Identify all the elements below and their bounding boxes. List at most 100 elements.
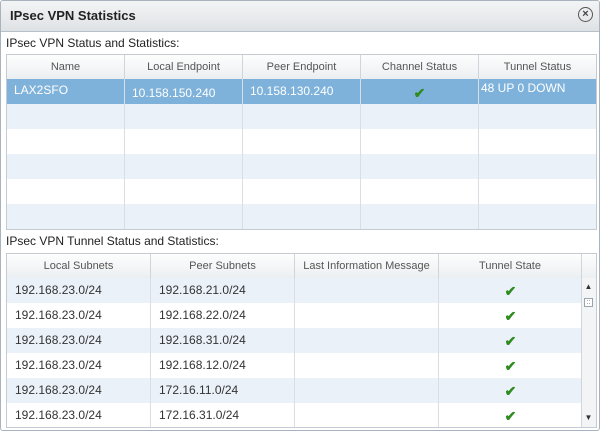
table-cell: ✔	[439, 278, 582, 303]
dialog-titlebar: IPsec VPN Statistics ×	[1, 1, 599, 32]
cell-peer-subnet: 192.168.31.0/24	[151, 328, 295, 353]
tunnel-status-table: Local Subnets Peer Subnets Last Informat…	[6, 253, 597, 428]
table-cell	[361, 129, 479, 154]
table-cell	[243, 179, 361, 204]
table-cell	[125, 204, 243, 229]
col-header-local-endpoint[interactable]: Local Endpoint	[125, 55, 243, 79]
table-cell	[7, 204, 125, 229]
table-cell	[479, 129, 596, 154]
table-cell	[479, 229, 596, 230]
table-cell	[125, 104, 243, 129]
checkmark-icon: ✔	[504, 358, 517, 374]
col-header-name[interactable]: Name	[7, 55, 125, 79]
table-row[interactable]: 192.168.23.0/24 192.168.12.0/24 ✔	[7, 353, 582, 378]
checkmark-icon: ✔	[504, 383, 517, 399]
table-cell	[7, 129, 125, 154]
cell-local-subnet: 192.168.23.0/24	[7, 403, 151, 427]
table-cell	[479, 179, 596, 204]
checkmark-icon: ✔	[504, 408, 517, 424]
col-header-last-info-message[interactable]: Last Information Message	[295, 254, 439, 278]
empty-row	[7, 129, 596, 154]
table-row[interactable]: LAX2SFO 10.158.150.240 10.158.130.240 ✔ 48 U…	[7, 79, 596, 104]
cell-name: LAX2SFO	[7, 79, 125, 104]
scroll-up-icon[interactable]: ▲	[583, 281, 594, 293]
table-cell: ✔	[439, 378, 582, 403]
table-cell: ✔	[439, 353, 582, 378]
table-cell	[7, 229, 125, 230]
col-header-channel-status[interactable]: Channel Status	[361, 55, 479, 79]
cell-peer-subnet: 172.16.11.0/24	[151, 378, 295, 403]
table-cell	[243, 129, 361, 154]
table-cell	[7, 154, 125, 179]
scroll-down-icon[interactable]: ▼	[583, 412, 594, 424]
table-cell	[361, 229, 479, 230]
table-cell	[479, 154, 596, 179]
table-row[interactable]: 192.168.23.0/24 192.168.31.0/24 ✔	[7, 328, 582, 353]
table-cell: ✔	[361, 79, 479, 104]
dialog-title: IPsec VPN Statistics	[10, 8, 136, 23]
empty-row	[7, 154, 596, 179]
col-header-tunnel-state[interactable]: Tunnel State	[439, 254, 582, 278]
table-cell	[479, 204, 596, 229]
table-cell	[361, 179, 479, 204]
cell-local-subnet: 192.168.23.0/24	[7, 303, 151, 328]
table-cell	[125, 229, 243, 230]
table-cell	[125, 179, 243, 204]
checkmark-icon: ✔	[504, 308, 517, 324]
cell-last-info-message	[295, 378, 439, 403]
cell-last-info-message	[295, 278, 439, 303]
table-cell: ✔	[439, 303, 582, 328]
cell-local-subnet: 192.168.23.0/24	[7, 278, 151, 303]
tunnel-table-scrollbar[interactable]: ▲ :: ▼	[581, 278, 596, 427]
cell-local-subnet: 192.168.23.0/24	[7, 328, 151, 353]
table-cell: ✔	[439, 403, 582, 427]
col-header-tunnel-status[interactable]: Tunnel Status	[479, 55, 596, 79]
empty-row	[7, 204, 596, 229]
cell-last-info-message	[295, 303, 439, 328]
cell-tunnel-status: 48 UP 0 DOWN	[481, 81, 566, 95]
cell-local-subnet: 192.168.23.0/24	[7, 378, 151, 403]
vpn-status-table: Name Local Endpoint Peer Endpoint Channe…	[6, 54, 597, 230]
table-row[interactable]: 192.168.23.0/24 172.16.31.0/24 ✔	[7, 403, 582, 427]
empty-row	[7, 104, 596, 129]
col-header-local-subnets[interactable]: Local Subnets	[7, 254, 151, 278]
table-cell	[7, 104, 125, 129]
table-row[interactable]: 192.168.23.0/24 172.16.11.0/24 ✔	[7, 378, 582, 403]
table-cell	[243, 204, 361, 229]
tunnel-section-label: IPsec VPN Tunnel Status and Statistics:	[6, 234, 219, 248]
table-cell	[243, 229, 361, 230]
cell-local-endpoint: 10.158.150.240	[125, 79, 243, 104]
cell-last-info-message	[295, 403, 439, 427]
cell-peer-endpoint: 10.158.130.240	[243, 79, 361, 104]
ipsec-vpn-statistics-dialog: IPsec VPN Statistics × IPsec VPN Status …	[0, 0, 600, 431]
cell-peer-subnet: 172.16.31.0/24	[151, 403, 295, 427]
table-cell	[243, 154, 361, 179]
table-cell	[7, 179, 125, 204]
cell-last-info-message	[295, 353, 439, 378]
table-cell	[125, 129, 243, 154]
table-cell	[125, 154, 243, 179]
checkmark-icon: ✔	[504, 333, 517, 349]
table-cell	[243, 104, 361, 129]
close-icon[interactable]: ×	[578, 7, 593, 22]
table-row[interactable]: 192.168.23.0/24 192.168.22.0/24 ✔	[7, 303, 582, 328]
vpn-status-table-header: Name Local Endpoint Peer Endpoint Channe…	[7, 55, 596, 80]
table-row[interactable]: 192.168.23.0/24 192.168.21.0/24 ✔	[7, 278, 582, 303]
table-cell: ✔	[439, 328, 582, 353]
scroll-thumb[interactable]: ::	[584, 298, 593, 307]
status-section-label: IPsec VPN Status and Statistics:	[6, 36, 180, 50]
table-cell	[361, 154, 479, 179]
table-cell	[361, 104, 479, 129]
empty-row	[7, 229, 596, 230]
col-header-peer-endpoint[interactable]: Peer Endpoint	[243, 55, 361, 79]
table-cell	[479, 104, 596, 129]
cell-peer-subnet: 192.168.12.0/24	[151, 353, 295, 378]
table-cell	[361, 204, 479, 229]
checkmark-icon: ✔	[504, 283, 517, 299]
cell-peer-subnet: 192.168.22.0/24	[151, 303, 295, 328]
empty-row	[7, 179, 596, 204]
checkmark-icon: ✔	[413, 85, 426, 101]
cell-local-subnet: 192.168.23.0/24	[7, 353, 151, 378]
cell-peer-subnet: 192.168.21.0/24	[151, 278, 295, 303]
col-header-peer-subnets[interactable]: Peer Subnets	[151, 254, 295, 278]
